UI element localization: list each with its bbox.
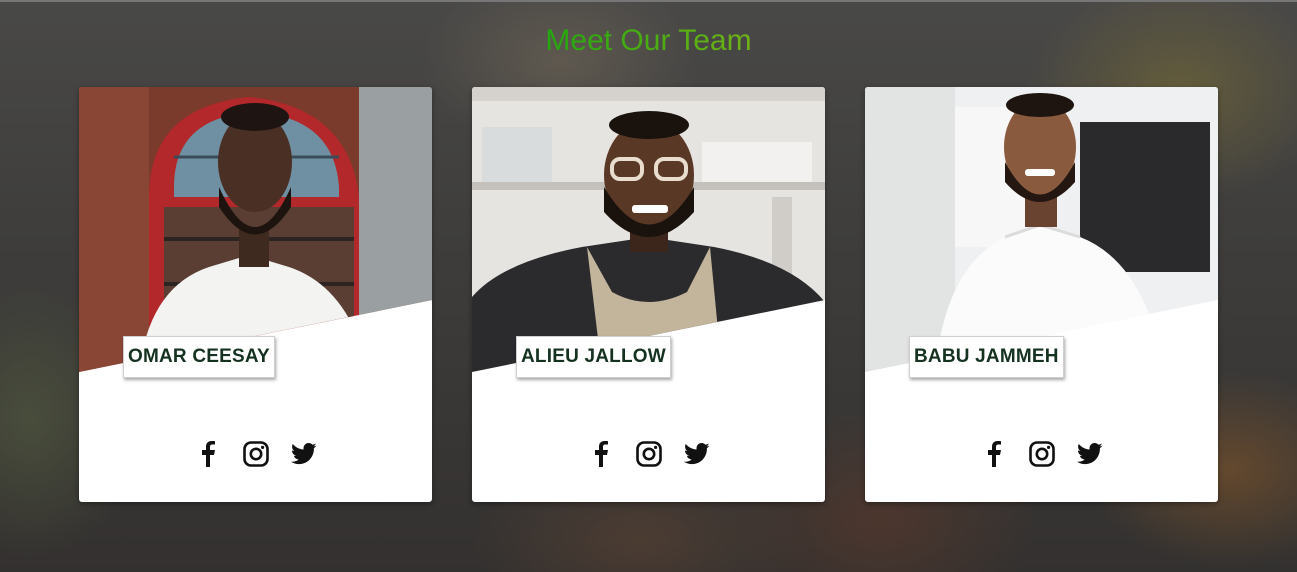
twitter-icon[interactable] xyxy=(290,440,318,468)
team-card: BABU JAMMEH xyxy=(865,87,1218,502)
section-title: Meet Our Team xyxy=(0,24,1297,58)
social-links xyxy=(472,440,825,468)
instagram-icon[interactable] xyxy=(1028,440,1056,468)
facebook-icon[interactable] xyxy=(194,440,222,468)
social-links xyxy=(865,440,1218,468)
facebook-icon[interactable] xyxy=(587,440,615,468)
instagram-icon[interactable] xyxy=(635,440,663,468)
team-member-name: ALIEU JALLOW xyxy=(516,336,671,378)
team-card: ALIEU JALLOW xyxy=(472,87,825,502)
team-member-photo xyxy=(79,87,432,372)
facebook-icon[interactable] xyxy=(980,440,1008,468)
twitter-icon[interactable] xyxy=(683,440,711,468)
instagram-icon[interactable] xyxy=(242,440,270,468)
team-card: OMAR CEESAY xyxy=(79,87,432,502)
team-member-photo xyxy=(865,87,1218,372)
team-member-name: BABU JAMMEH xyxy=(909,336,1064,378)
team-member-name: OMAR CEESAY xyxy=(123,336,275,378)
team-member-photo xyxy=(472,87,825,372)
social-links xyxy=(79,440,432,468)
twitter-icon[interactable] xyxy=(1076,440,1104,468)
